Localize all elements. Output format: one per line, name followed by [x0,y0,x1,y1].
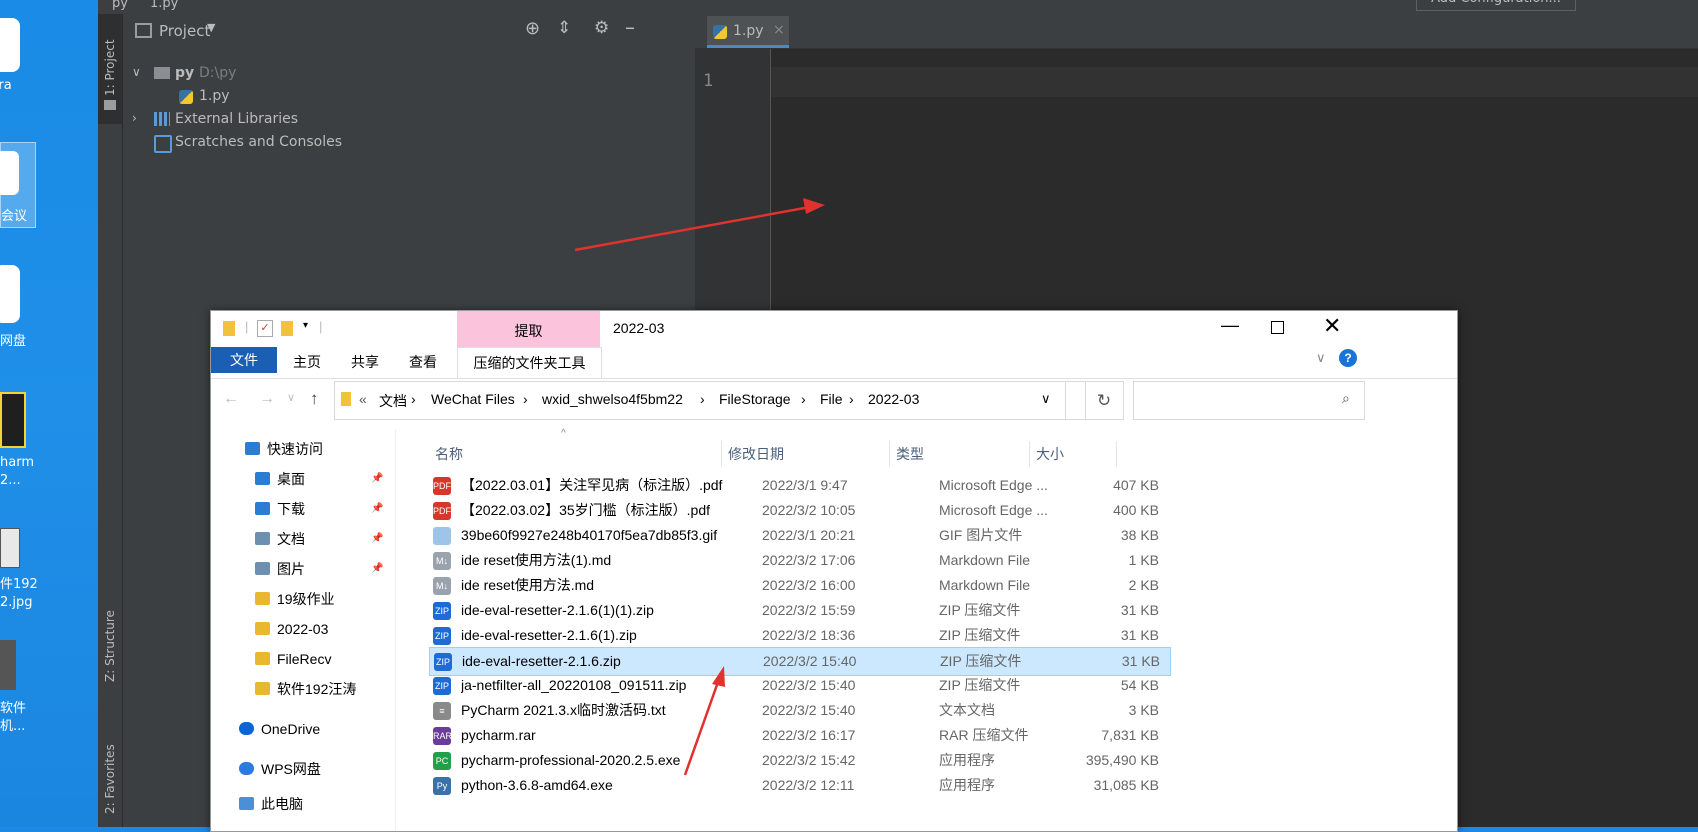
annotation-arrowhead [803,198,825,214]
annotation-arrow-to-file [683,681,720,776]
annotation-arrowhead [712,666,725,687]
annotation-arrow-to-editor [574,205,811,252]
annotation-arrows [574,198,825,776]
